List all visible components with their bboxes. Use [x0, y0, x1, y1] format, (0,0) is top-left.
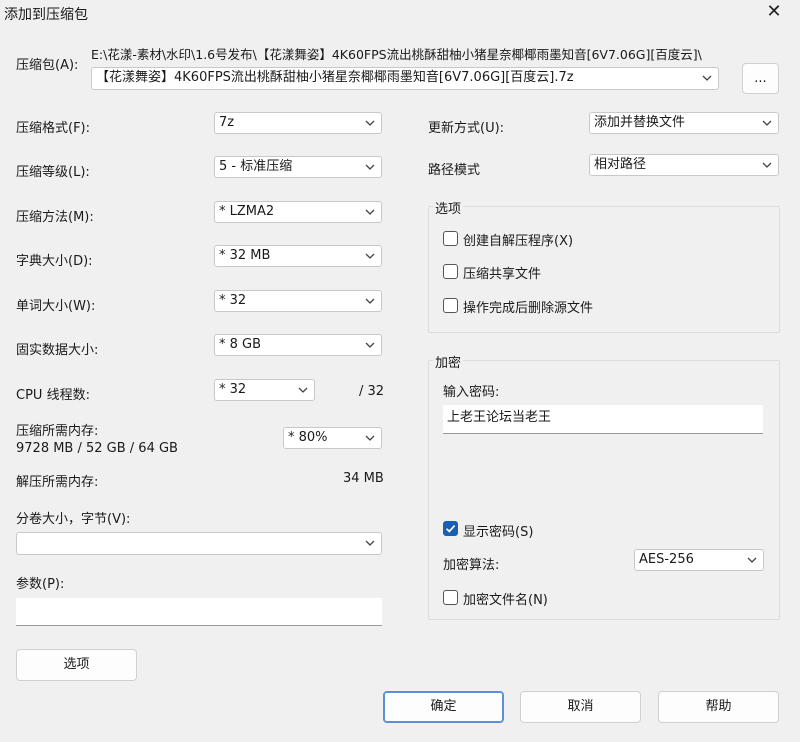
method-label: 压缩方法(M): — [16, 210, 94, 225]
path-mode-select[interactable]: 相对路径 — [589, 154, 779, 176]
path-mode-label: 路径模式 — [428, 163, 481, 178]
solid-label: 固实数据大小: — [16, 343, 99, 358]
chevron-down-icon — [700, 68, 714, 88]
volume-combo[interactable] — [16, 532, 382, 555]
archive-label: 压缩包(A): — [16, 58, 79, 73]
shared-files-label: 压缩共享文件 — [463, 267, 542, 282]
shared-files-checkbox[interactable] — [443, 264, 458, 279]
dict-select[interactable]: * 32 MB — [214, 245, 382, 267]
format-value: 7z — [219, 115, 235, 130]
chevron-down-icon — [296, 380, 310, 400]
archive-filename-value: 【花漾舞姿】4K60FPS流出桃酥甜柚小猪星奈椰椰雨墨知音[6V7.06G][百… — [96, 70, 574, 85]
password-input[interactable]: 上老王论坛当老王 — [443, 405, 763, 434]
level-select[interactable]: 5 - 标准压缩 — [214, 156, 382, 178]
ok-button[interactable]: 确定 — [383, 691, 504, 723]
chevron-down-icon — [363, 246, 377, 266]
word-select[interactable]: * 32 — [214, 290, 382, 312]
mem-decompress-label: 解压所需内存: — [16, 475, 99, 490]
mem-compress-detail: 9728 MB / 52 GB / 64 GB — [16, 441, 178, 456]
word-value: * 32 — [219, 293, 247, 308]
encryption-group-title: 加密 — [433, 352, 464, 371]
word-label: 单词大小(W): — [16, 299, 96, 314]
threads-value: * 32 — [219, 382, 247, 397]
method-select[interactable]: * LZMA2 — [214, 201, 382, 223]
show-password-label: 显示密码(S) — [463, 525, 534, 540]
archive-path: E:\花漾-素材\水印\1.6号发布\【花漾舞姿】4K60FPS流出桃酥甜柚小猪… — [91, 47, 702, 62]
chevron-down-icon — [363, 335, 377, 355]
chevron-down-icon — [363, 291, 377, 311]
options-button[interactable]: 选项 — [16, 649, 137, 681]
volume-label: 分卷大小，字节(V): — [16, 512, 131, 527]
threads-max: / 32 — [359, 384, 385, 399]
params-label: 参数(P): — [16, 577, 65, 592]
dict-label: 字典大小(D): — [16, 254, 93, 269]
threads-label: CPU 线程数: — [16, 388, 90, 403]
mem-percent-value: * 80% — [288, 430, 328, 445]
help-button[interactable]: 帮助 — [658, 691, 779, 723]
level-label: 压缩等级(L): — [16, 165, 90, 180]
cancel-button[interactable]: 取消 — [520, 691, 641, 723]
algo-select[interactable]: AES-256 — [634, 549, 764, 571]
chevron-down-icon — [363, 533, 377, 553]
chevron-down-icon — [745, 550, 759, 570]
archive-filename-combo[interactable]: 【花漾舞姿】4K60FPS流出桃酥甜柚小猪星奈椰椰雨墨知音[6V7.06G][百… — [91, 67, 719, 90]
delete-after-label: 操作完成后删除源文件 — [463, 301, 594, 316]
format-select[interactable]: 7z — [214, 112, 382, 134]
chevron-down-icon — [363, 113, 377, 133]
format-label: 压缩格式(F): — [16, 121, 91, 136]
path-mode-value: 相对路径 — [594, 157, 647, 172]
close-icon[interactable]: ✕ — [762, 0, 786, 24]
chevron-down-icon — [760, 113, 774, 133]
method-value: * LZMA2 — [219, 204, 275, 219]
chevron-down-icon — [760, 155, 774, 175]
chevron-down-icon — [363, 428, 377, 448]
encrypt-names-label: 加密文件名(N) — [463, 593, 548, 608]
mem-compress-label: 压缩所需内存: — [16, 424, 99, 439]
show-password-checkbox[interactable] — [443, 521, 458, 536]
chevron-down-icon — [363, 202, 377, 222]
sfx-label: 创建自解压程序(X) — [463, 234, 574, 249]
password-label: 输入密码: — [443, 385, 500, 400]
sfx-checkbox[interactable] — [443, 231, 458, 246]
level-value: 5 - 标准压缩 — [219, 159, 293, 174]
mem-decompress-value: 34 MB — [343, 471, 384, 486]
chevron-down-icon — [363, 157, 377, 177]
threads-select[interactable]: * 32 — [214, 379, 315, 401]
mem-percent-select[interactable]: * 80% — [283, 427, 382, 449]
delete-after-checkbox[interactable] — [443, 298, 458, 313]
solid-value: * 8 GB — [219, 337, 262, 352]
window-title: 添加到压缩包 — [4, 7, 88, 23]
encrypt-names-checkbox[interactable] — [443, 590, 458, 605]
update-value: 添加并替换文件 — [594, 115, 686, 130]
algo-label: 加密算法: — [443, 558, 500, 573]
update-select[interactable]: 添加并替换文件 — [589, 112, 779, 134]
dict-value: * 32 MB — [219, 248, 271, 263]
solid-select[interactable]: * 8 GB — [214, 334, 382, 356]
algo-value: AES-256 — [639, 552, 694, 567]
options-group-title: 选项 — [433, 198, 464, 217]
params-input[interactable] — [16, 598, 382, 626]
check-icon — [445, 525, 456, 533]
browse-button[interactable]: ... — [742, 63, 779, 94]
update-label: 更新方式(U): — [428, 121, 505, 136]
